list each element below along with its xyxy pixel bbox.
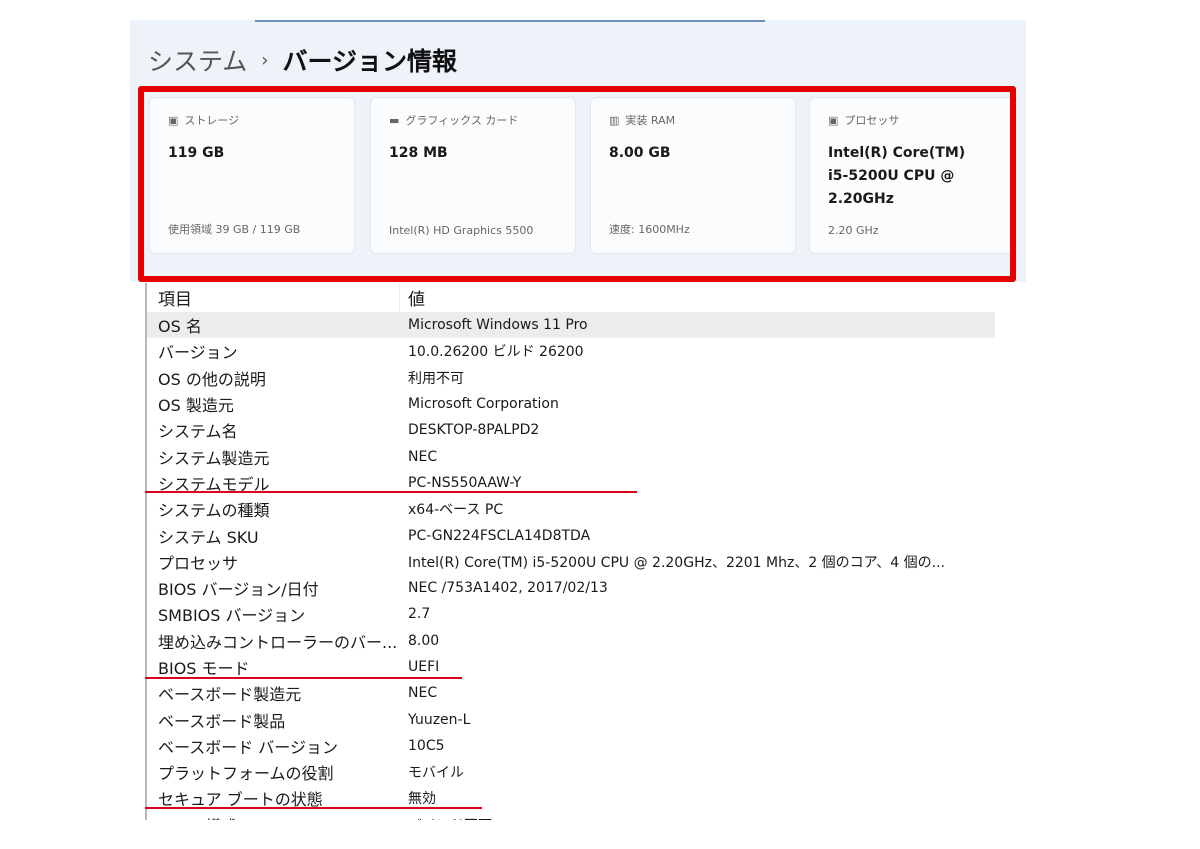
table-row[interactable]: ベースボード製品 Yuuzen-L: [147, 706, 995, 732]
table-row[interactable]: システム名 DESKTOP-8PALPD2: [147, 417, 995, 443]
system-info-table: 項目 値 OS 名 Microsoft Windows 11 Pro バージョン 10…: [145, 283, 995, 820]
row-item: BIOS モード: [158, 659, 250, 678]
row-item: プラットフォームの役割: [158, 764, 334, 784]
scroll-indicator: [255, 20, 765, 22]
row-value: NEC: [408, 685, 438, 702]
row-value: 10C5: [408, 737, 445, 754]
table-row[interactable]: プラットフォームの役割 モバイル: [147, 759, 995, 785]
row-item: システム SKU: [158, 527, 259, 547]
table-row[interactable]: 埋め込みコントローラーのバー... 8.00: [147, 628, 995, 654]
row-item: システム名: [158, 422, 238, 442]
row-value: Yuuzen-L: [408, 711, 471, 728]
settings-about-panel: システム › バージョン情報 ▣ ストレージ 119 GB 使用領域 39 GB …: [130, 20, 1026, 282]
column-header-item[interactable]: 項目: [147, 283, 400, 312]
row-item: 埋め込みコントローラーのバー...: [158, 632, 398, 652]
column-header-value[interactable]: 値: [400, 285, 425, 310]
table-row[interactable]: OS 名 Microsoft Windows 11 Pro: [147, 312, 995, 339]
table-row[interactable]: OS 製造元 Microsoft Corporation: [147, 391, 995, 417]
row-item: ベースボード バージョン: [158, 737, 338, 757]
row-value: x64-ベース PC: [408, 502, 504, 519]
row-item: PCR7 構成: [147, 813, 400, 820]
table-row[interactable]: バージョン 10.0.26200 ビルド 26200: [147, 338, 995, 364]
table-row[interactable]: SMBIOS バージョン 2.7: [147, 601, 995, 627]
row-item: プロセッサ: [158, 553, 239, 573]
row-item: ベースボード製品: [158, 711, 286, 731]
row-value: モバイル: [408, 765, 464, 782]
table-row[interactable]: システム SKU PC-GN224FSCLA14D8TDA: [147, 522, 995, 548]
table-row[interactable]: システム製造元 NEC: [147, 443, 995, 469]
row-value: 無効: [408, 791, 436, 808]
highlight-box: [138, 86, 1016, 282]
row-item: SMBIOS バージョン: [158, 606, 306, 626]
underline-secure-boot: [145, 807, 482, 809]
row-value: 8.00: [408, 632, 440, 649]
row-value: 利用不可: [408, 370, 464, 387]
table-header: 項目 値: [147, 283, 995, 312]
underline-bios-mode: [145, 677, 462, 679]
row-item: OS 製造元: [158, 396, 234, 416]
row-value: NEC: [408, 448, 438, 465]
row-item: OS 名: [158, 317, 202, 337]
row-value: Microsoft Corporation: [408, 396, 559, 413]
table-row[interactable]: ベースボード バージョン 10C5: [147, 733, 995, 759]
table-row[interactable]: PCR7 構成バインド不可: [147, 812, 995, 820]
row-value: PC-GN224FSCLA14D8TDA: [408, 527, 591, 544]
page-title: バージョン情報: [282, 47, 457, 76]
row-item: BIOS バージョン/日付: [158, 580, 319, 600]
row-value: UEFI: [408, 659, 440, 675]
table-row[interactable]: BIOS バージョン/日付 NEC /753A1402, 2017/02/13: [147, 575, 995, 601]
table-row[interactable]: OS の他の説明 利用不可: [147, 365, 995, 391]
row-value: 2.7: [408, 606, 431, 623]
row-value: PC-NS550AAW-Y: [408, 474, 522, 491]
table-row[interactable]: システムの種類 x64-ベース PC: [147, 496, 995, 522]
row-value: Microsoft Windows 11 Pro: [408, 317, 588, 334]
breadcrumb-system[interactable]: システム: [148, 42, 247, 78]
row-value: 10.0.26200 ビルド 26200: [408, 344, 584, 361]
row-value: NEC /753A1402, 2017/02/13: [408, 580, 608, 597]
table-row[interactable]: プロセッサ Intel(R) Core(TM) i5-5200U CPU @ 2.…: [147, 549, 995, 575]
row-value: バインド不可: [400, 815, 492, 820]
row-item: バージョン: [158, 343, 238, 363]
breadcrumb: システム › バージョン情報: [148, 42, 457, 78]
row-item: システム製造元: [158, 448, 270, 468]
row-value: Intel(R) Core(TM) i5-5200U CPU @ 2.20GHz…: [408, 554, 945, 571]
underline-system-model: [145, 491, 637, 493]
row-item: システムの種類: [158, 501, 270, 521]
chevron-right-icon: ›: [261, 49, 269, 71]
row-value: DESKTOP-8PALPD2: [408, 422, 540, 439]
table-row[interactable]: ベースボード製造元 NEC: [147, 680, 995, 706]
row-item: OS の他の説明: [158, 369, 266, 389]
row-item: ベースボード製造元: [158, 685, 302, 705]
